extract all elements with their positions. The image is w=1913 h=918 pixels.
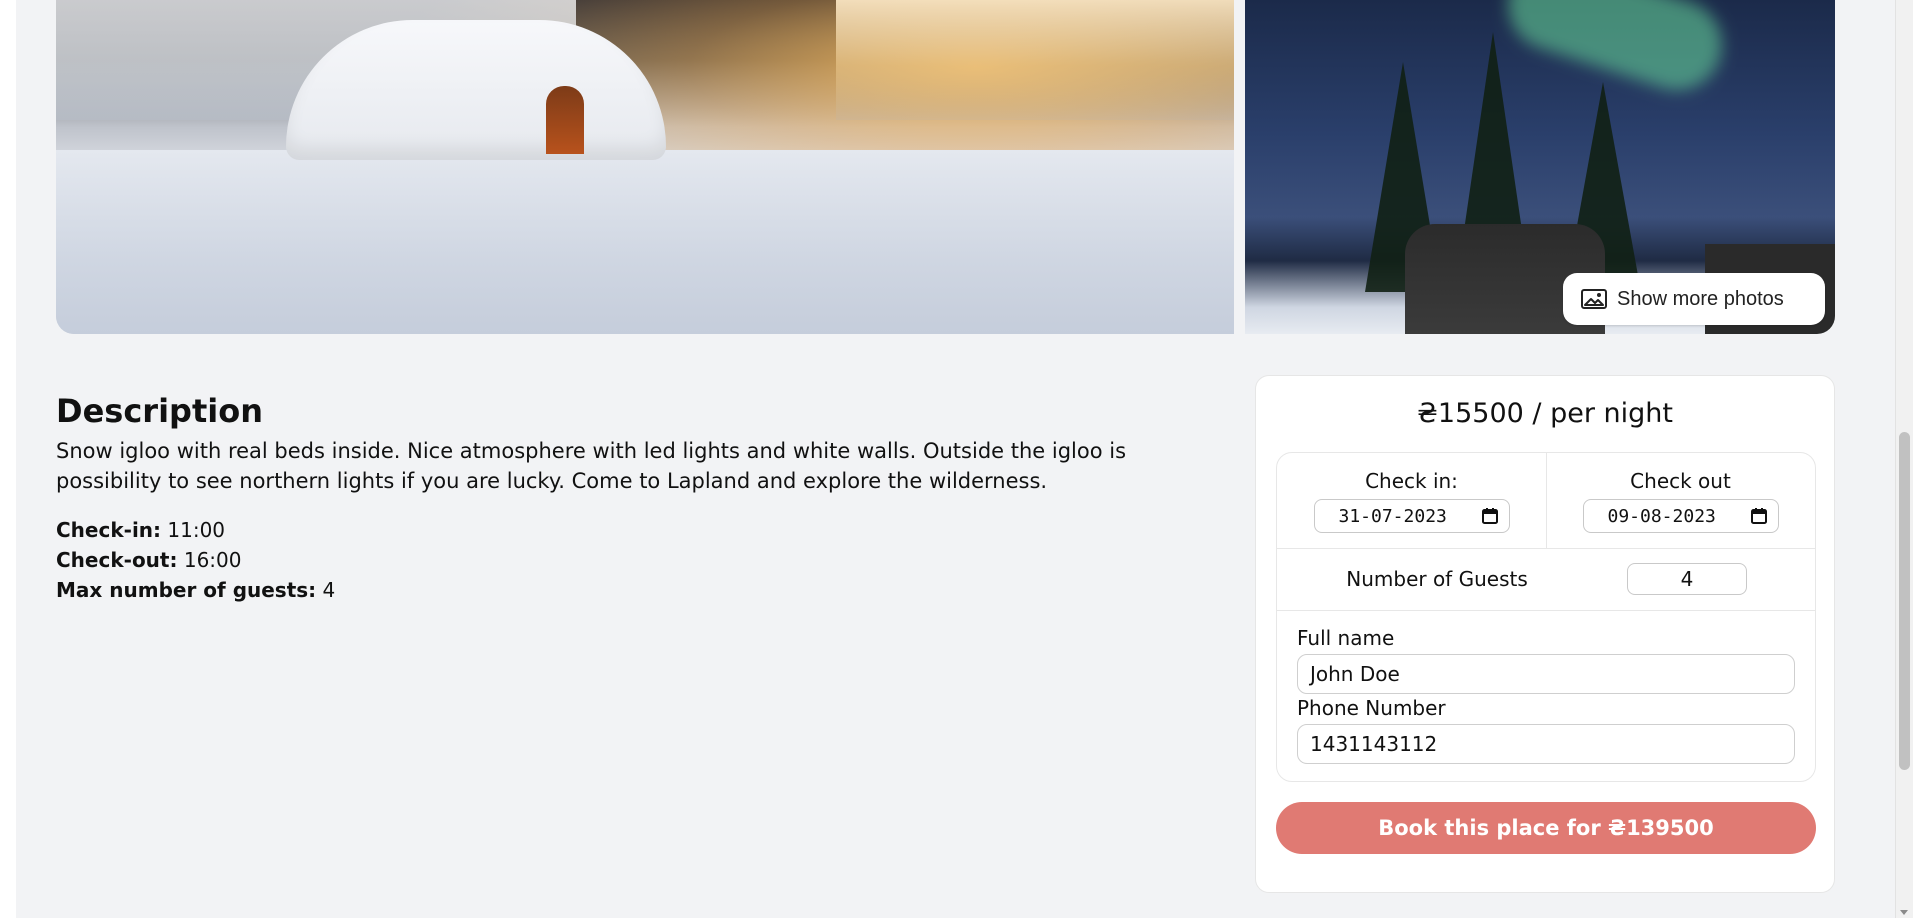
checkin-date-input[interactable]: 31-07-2023: [1313, 499, 1510, 533]
scrollbar-thumb[interactable]: [1899, 432, 1910, 770]
igloo-shape: [286, 20, 666, 160]
scrollbar[interactable]: [1895, 0, 1913, 918]
phone-value: 1431143112: [1310, 732, 1438, 756]
checkin-time-value: 11:00: [167, 518, 226, 542]
booking-card: ₴15500 / per night Check in: 31-07-2023 …: [1255, 375, 1835, 893]
checkout-time-value: 16:00: [183, 548, 242, 572]
checkout-time-label: Check-out:: [56, 548, 178, 572]
checkin-column: Check in: 31-07-2023: [1277, 453, 1547, 548]
booking-form: Check in: 31-07-2023 Check out 09-08-202…: [1276, 452, 1816, 782]
left-gutter: [0, 0, 16, 918]
max-guests-label: Max number of guests:: [56, 578, 317, 602]
photo-main[interactable]: [56, 0, 1234, 334]
calendar-icon[interactable]: [1481, 507, 1499, 525]
guests-label: Number of Guests: [1346, 567, 1528, 591]
max-guests-value: 4: [322, 578, 336, 602]
checkin-label: Check in:: [1365, 469, 1458, 493]
checkout-label: Check out: [1630, 469, 1731, 493]
book-button[interactable]: Book this place for ₴139500: [1276, 802, 1816, 854]
calendar-icon[interactable]: [1750, 507, 1768, 525]
contact-fields: Full name John Doe Phone Number 14311431…: [1277, 610, 1815, 781]
igloo-door: [546, 86, 584, 154]
guests-row: Number of Guests 4: [1277, 548, 1815, 611]
listing-meta: Check-in: 11:00 Check-out: 16:00 Max num…: [56, 515, 335, 605]
fullname-label: Full name: [1297, 626, 1395, 650]
max-guests-line: Max number of guests: 4: [56, 575, 335, 605]
dates-row: Check in: 31-07-2023 Check out 09-08-202…: [1277, 453, 1815, 549]
show-more-photos-button[interactable]: Show more photos: [1563, 273, 1825, 325]
fullname-input[interactable]: John Doe: [1297, 654, 1795, 694]
phone-input[interactable]: 1431143112: [1297, 724, 1795, 764]
photo-ground: [56, 150, 1234, 334]
checkout-time-line: Check-out: 16:00: [56, 545, 335, 575]
price-per-night: ₴15500 / per night: [1417, 398, 1673, 429]
description-text: Snow igloo with real beds inside. Nice a…: [56, 439, 1127, 493]
image-icon: [1581, 289, 1607, 309]
checkin-time-label: Check-in:: [56, 518, 162, 542]
description-title: Description: [56, 392, 263, 430]
fullname-value: John Doe: [1310, 662, 1400, 686]
checkin-time-line: Check-in: 11:00: [56, 515, 335, 545]
checkout-date-input[interactable]: 09-08-2023: [1582, 499, 1779, 533]
checkout-column: Check out 09-08-2023: [1546, 453, 1815, 548]
photo-trees-right: [836, 0, 1234, 120]
checkin-date-value: 31-07-2023: [1338, 505, 1447, 527]
chevron-down-icon[interactable]: [1900, 910, 1908, 915]
guests-input[interactable]: 4: [1627, 563, 1747, 595]
show-more-photos-label: Show more photos: [1617, 287, 1784, 310]
checkout-date-value: 09-08-2023: [1607, 505, 1716, 527]
phone-label: Phone Number: [1297, 696, 1446, 720]
